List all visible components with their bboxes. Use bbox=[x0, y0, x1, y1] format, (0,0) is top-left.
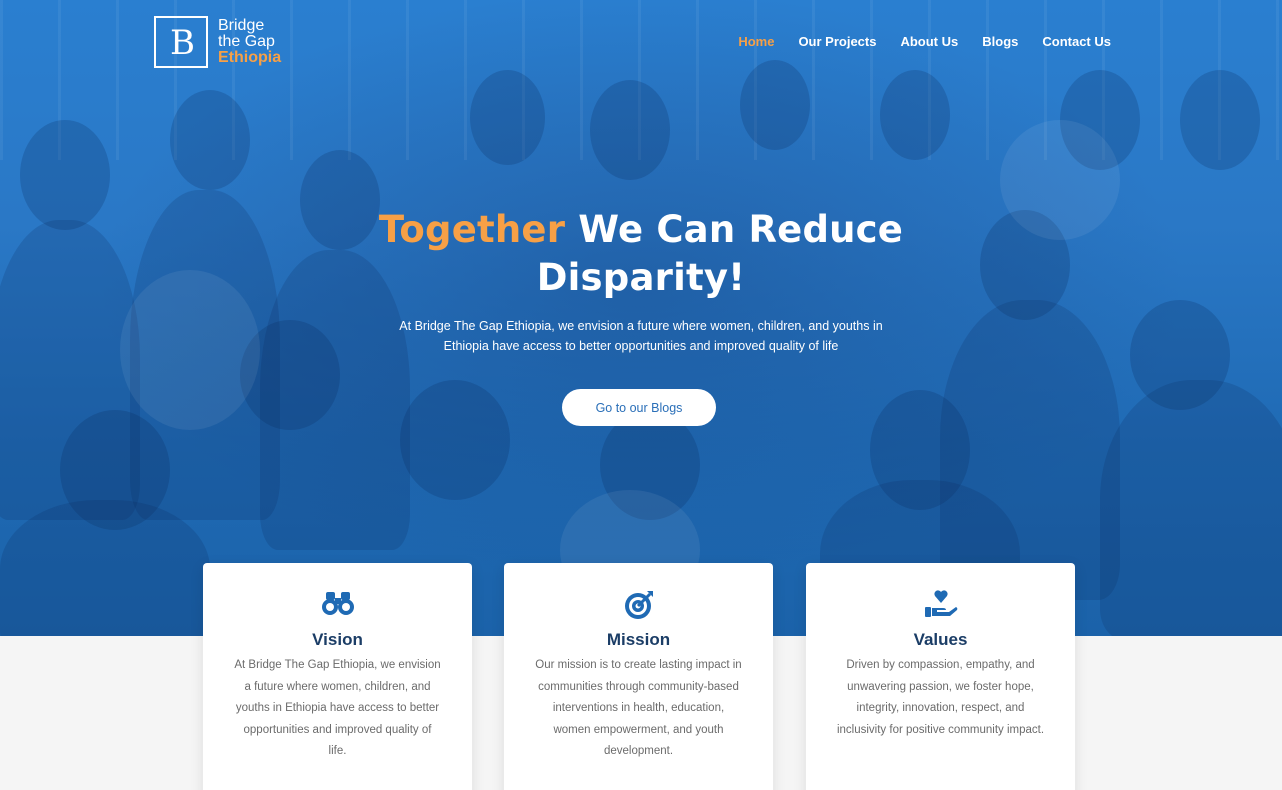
brand-line-2: the Gap bbox=[218, 33, 275, 50]
binoculars-icon bbox=[203, 589, 472, 619]
heart-hand-icon bbox=[806, 589, 1075, 619]
nav-item-our-projects[interactable]: Our Projects bbox=[798, 34, 876, 49]
brand-logo[interactable]: B Bridge the Gap Ethiopia bbox=[154, 16, 281, 68]
headline-line-2: Disparity! bbox=[536, 256, 746, 299]
hero-section: B Bridge the Gap Ethiopia Home Our Proje… bbox=[0, 0, 1282, 636]
nav-item-about-us[interactable]: About Us bbox=[900, 34, 958, 49]
hero-subtext: At Bridge The Gap Ethiopia, we envision … bbox=[399, 319, 883, 353]
headline-rest: We Can Reduce bbox=[565, 208, 904, 251]
target-icon bbox=[504, 589, 773, 619]
brand-line-3: Ethiopia bbox=[218, 49, 282, 66]
logo-mark-icon: B bbox=[154, 16, 208, 68]
brand-line-1: Bridge bbox=[218, 17, 265, 34]
brand-name: Bridge the Gap Ethiopia bbox=[218, 18, 281, 66]
mission-card: Mission Our mission is to create lasting… bbox=[504, 563, 773, 790]
page: B Bridge the Gap Ethiopia Home Our Proje… bbox=[0, 0, 1282, 790]
main-nav: Home Our Projects About Us Blogs Contact… bbox=[738, 34, 1111, 49]
nav-item-blogs[interactable]: Blogs bbox=[982, 34, 1018, 49]
values-card: Values Driven by compassion, empathy, an… bbox=[806, 563, 1075, 790]
mission-title: Mission bbox=[606, 630, 671, 649]
vision-text: At Bridge The Gap Ethiopia, we envision … bbox=[234, 659, 441, 757]
headline-accent: Together bbox=[378, 208, 566, 251]
nav-item-home[interactable]: Home bbox=[738, 34, 774, 49]
vision-title: Vision bbox=[312, 630, 363, 649]
nav-item-contact-us[interactable]: Contact Us bbox=[1042, 34, 1111, 49]
values-text: Driven by compassion, empathy, and unwav… bbox=[836, 659, 1045, 736]
hero-headline: Together We Can Reduce Disparity! bbox=[0, 206, 1282, 302]
go-to-blogs-button[interactable]: Go to our Blogs bbox=[562, 389, 716, 426]
mission-text: Our mission is to create lasting impact … bbox=[535, 659, 742, 757]
vision-card: Vision At Bridge The Gap Ethiopia, we en… bbox=[203, 563, 472, 790]
values-title: Values bbox=[913, 630, 968, 649]
